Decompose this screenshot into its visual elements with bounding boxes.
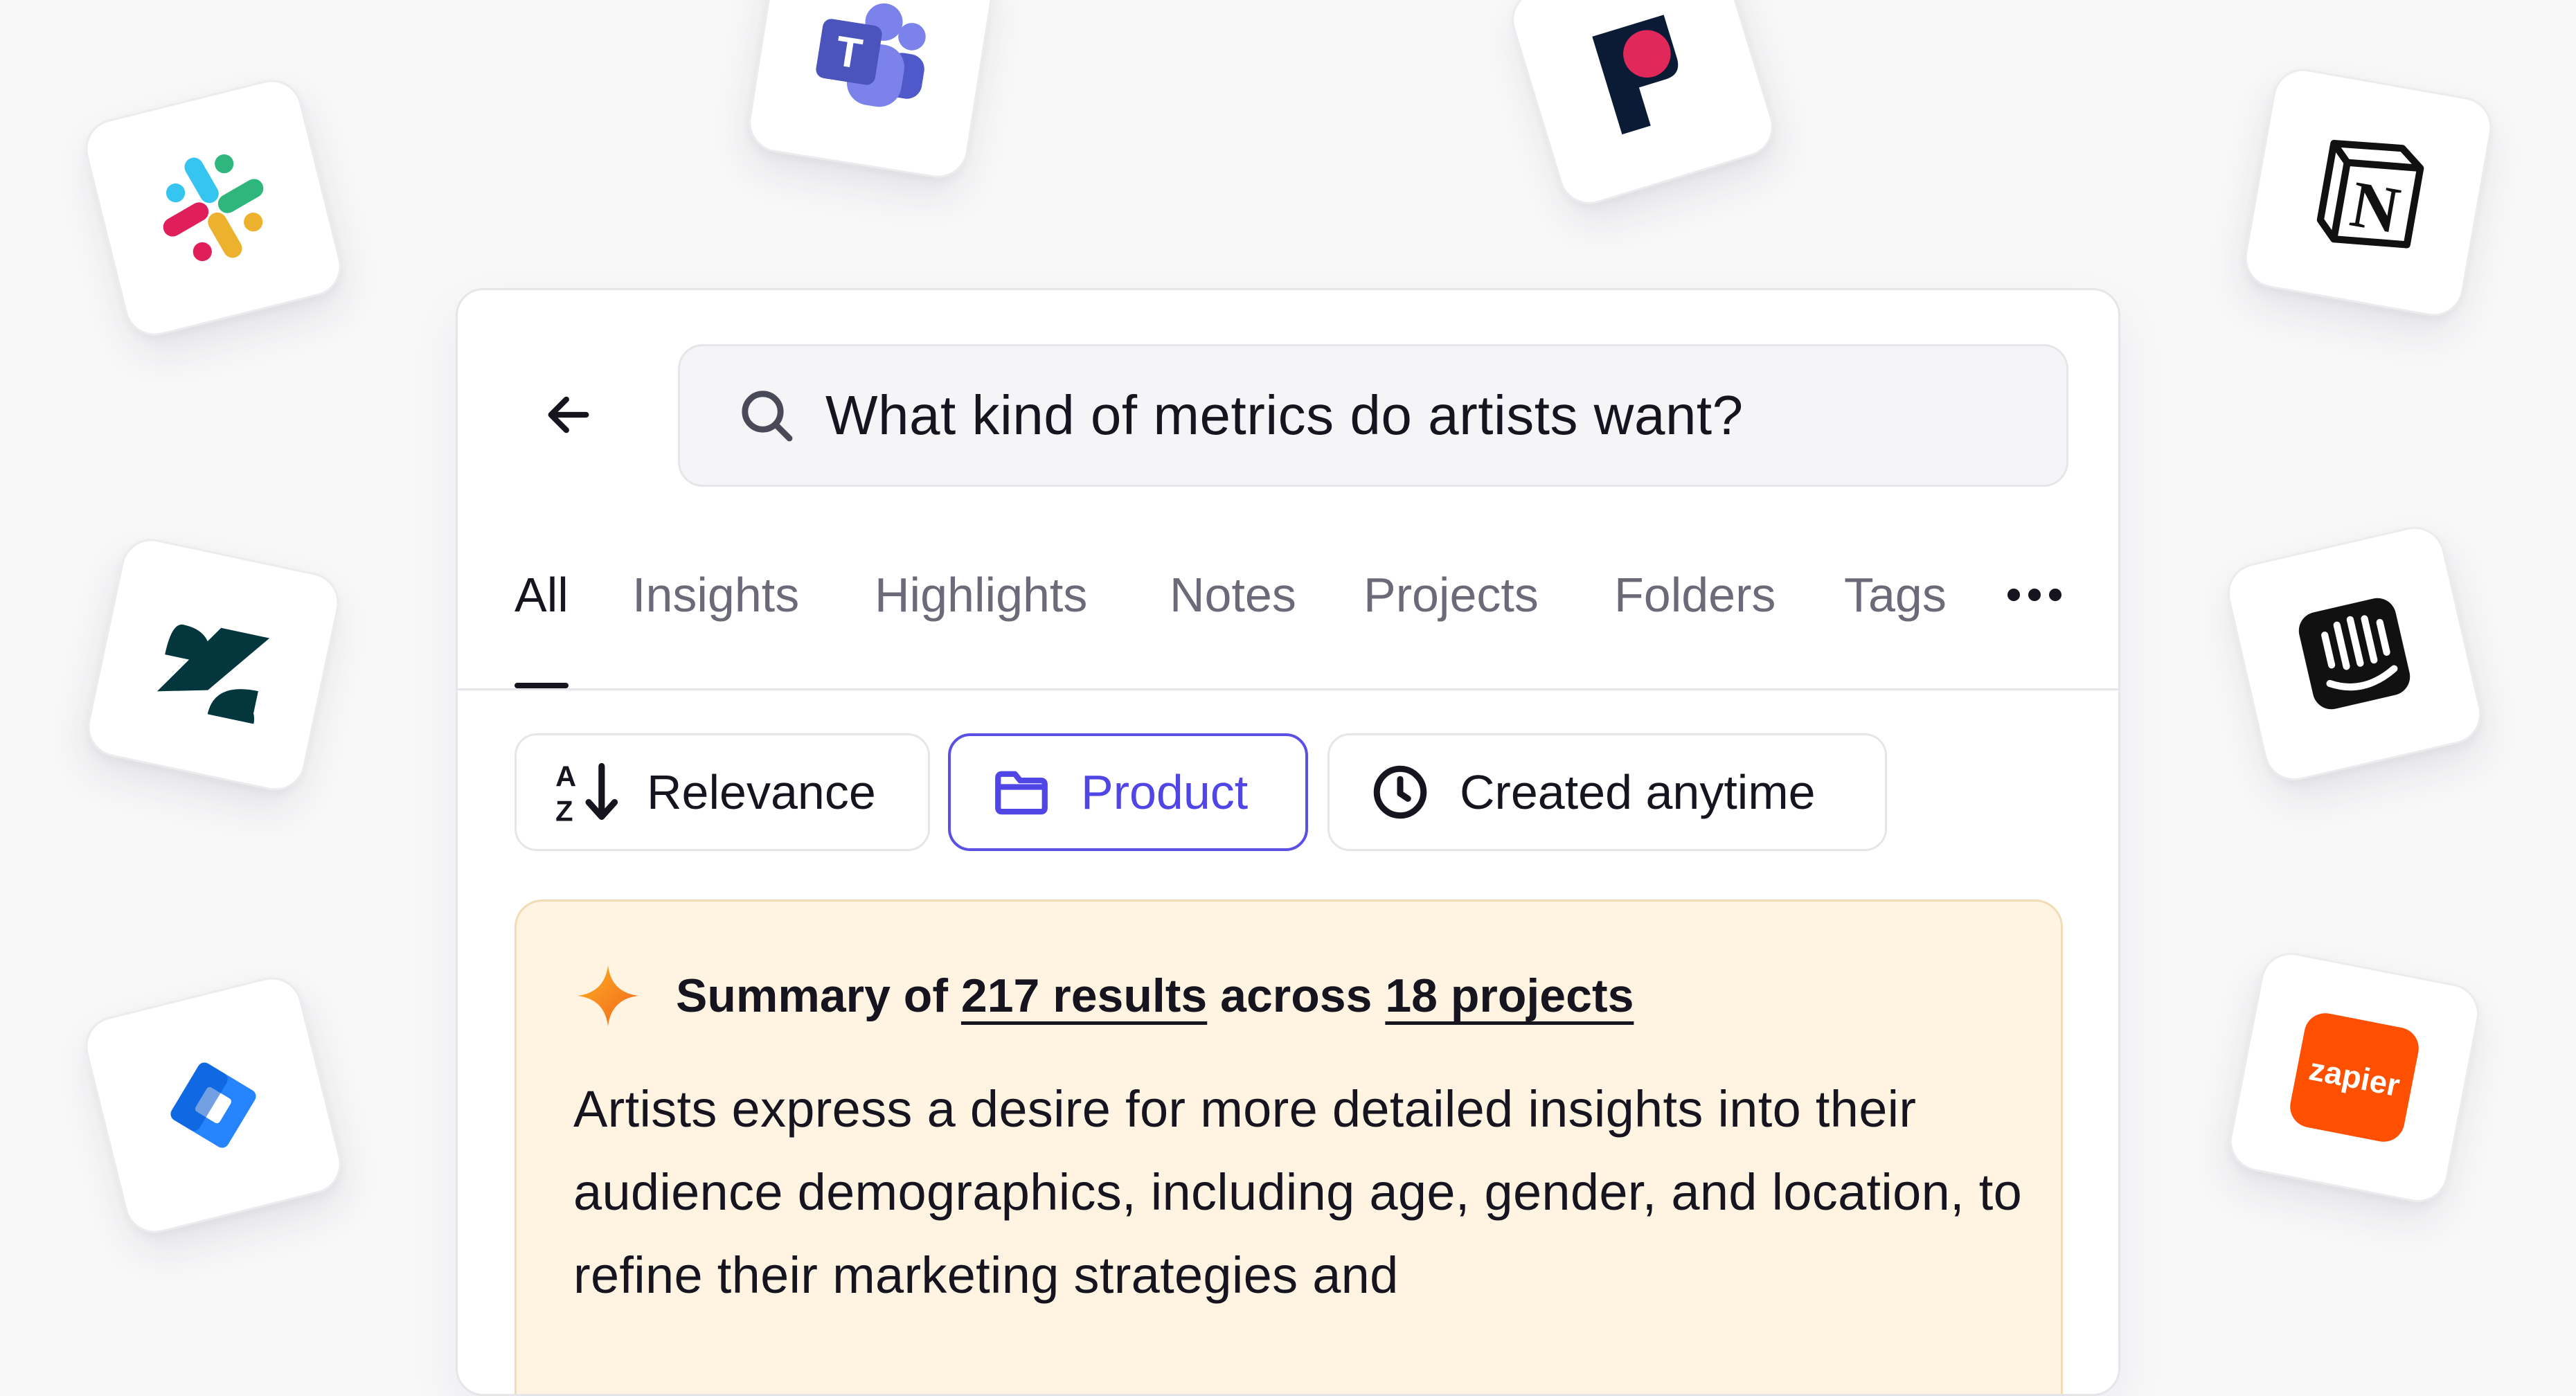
- projects-link[interactable]: 18 projects: [1385, 969, 1634, 1023]
- summary-heading: Summary of 217 results across 18 project…: [573, 961, 1634, 1030]
- folder-filter-label: Product: [1081, 765, 1249, 819]
- sort-filter-label: Relevance: [647, 765, 876, 819]
- notion-tile[interactable]: N: [2239, 64, 2497, 321]
- result-tabs: All Insights Highlights Notes Projects F…: [458, 567, 2118, 690]
- zapier-tile[interactable]: zapier: [2224, 947, 2485, 1208]
- folder-icon: [987, 758, 1056, 827]
- zapier-icon: zapier: [2290, 1013, 2419, 1142]
- search-query[interactable]: What kind of metrics do artists want?: [825, 384, 1744, 447]
- svg-text:A: A: [555, 760, 576, 793]
- sort-filter-chip[interactable]: A Z Relevance: [515, 733, 930, 851]
- results-link[interactable]: 217 results: [961, 969, 1207, 1023]
- summary-text: Artists express a desire for more detail…: [573, 1080, 2023, 1304]
- teams-icon: T: [816, 3, 926, 107]
- search-panel: What kind of metrics do artists want? Al…: [456, 288, 2120, 1396]
- slack-tile[interactable]: [79, 73, 348, 342]
- ai-summary-panel: Summary of 217 results across 18 project…: [515, 900, 2063, 1394]
- tab-all[interactable]: All: [515, 567, 569, 688]
- search-icon: [735, 384, 798, 447]
- summary-middle: across: [1220, 969, 1372, 1022]
- jira-tile[interactable]: [79, 971, 348, 1240]
- pendo-icon: [1592, 15, 1679, 135]
- date-filter-label: Created anytime: [1460, 765, 1816, 819]
- notion-icon: N: [2316, 140, 2424, 249]
- search-bar[interactable]: What kind of metrics do artists want?: [678, 344, 2068, 487]
- tab-tags[interactable]: Tags: [1844, 567, 1947, 688]
- summary-prefix: Summary of: [676, 969, 948, 1022]
- slack-icon: [163, 154, 264, 262]
- intercom-tile[interactable]: [2221, 521, 2487, 787]
- tab-notes[interactable]: Notes: [1170, 567, 1296, 688]
- teams-tile[interactable]: T: [744, 0, 999, 183]
- back-button[interactable]: [534, 380, 603, 449]
- clock-icon: [1366, 758, 1435, 827]
- folder-filter-chip[interactable]: Product: [948, 733, 1308, 851]
- tab-folders[interactable]: Folders: [1614, 567, 1776, 688]
- more-horizontal-icon[interactable]: [2007, 581, 2061, 609]
- zendesk-tile[interactable]: [82, 533, 345, 796]
- intercom-icon: [2298, 598, 2410, 710]
- jira-icon: [170, 1062, 256, 1148]
- zendesk-icon: [156, 625, 270, 724]
- date-filter-chip[interactable]: Created anytime: [1327, 733, 1887, 851]
- pendo-tile[interactable]: [1504, 0, 1781, 212]
- tab-projects[interactable]: Projects: [1363, 567, 1539, 688]
- sort-az-icon: A Z: [553, 758, 622, 827]
- svg-text:Z: Z: [555, 795, 573, 827]
- sparkle-icon: [573, 961, 643, 1030]
- tab-highlights[interactable]: Highlights: [875, 567, 1087, 688]
- tab-insights[interactable]: Insights: [632, 567, 799, 688]
- arrow-left-icon: [548, 396, 589, 433]
